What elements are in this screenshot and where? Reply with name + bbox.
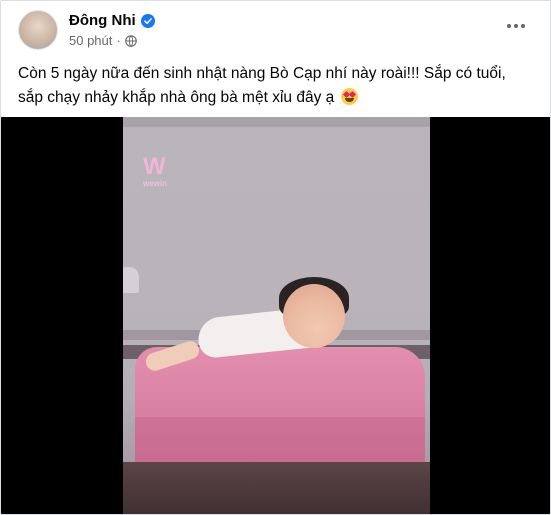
post-text: Còn 5 ngày nữa đến sinh nhật nàng Bò Cạp… bbox=[18, 62, 538, 110]
post-card: Đông Nhi 50 phút · Còn 5 ngày nữa đến si… bbox=[0, 0, 551, 515]
more-options-button[interactable] bbox=[502, 12, 530, 40]
author-name[interactable]: Đông Nhi bbox=[69, 12, 136, 29]
video-frame[interactable]: W wewin bbox=[123, 117, 430, 514]
post-timestamp[interactable]: 50 phút bbox=[69, 33, 112, 48]
globe-icon[interactable] bbox=[124, 34, 137, 47]
blanket-shade bbox=[135, 417, 425, 467]
post-text-line-1: Còn 5 ngày nữa đến sinh nhật nàng Bò Cạp… bbox=[18, 65, 506, 82]
floor bbox=[123, 462, 430, 514]
baby-head bbox=[283, 284, 345, 348]
watermark-text: wewin bbox=[143, 179, 168, 188]
post-meta: 50 phút · bbox=[69, 33, 137, 48]
post-header: Đông Nhi 50 phút · bbox=[18, 10, 538, 54]
video-watermark: W wewin bbox=[143, 153, 183, 197]
video-player[interactable]: W wewin bbox=[1, 117, 550, 514]
watermark-logo: W bbox=[143, 153, 166, 180]
wall-lamp bbox=[123, 267, 139, 293]
author-avatar[interactable] bbox=[18, 10, 58, 50]
post-text-line-2: sắp chạy nhảy khắp nhà ông bà mệt xỉu đâ… bbox=[18, 89, 335, 106]
meta-separator: · bbox=[116, 33, 121, 48]
wall-top bbox=[123, 117, 430, 127]
verified-badge-icon bbox=[140, 13, 155, 28]
more-options-icon bbox=[507, 24, 525, 28]
author-row: Đông Nhi bbox=[69, 12, 155, 29]
post-text-line-2-wrap: sắp chạy nhảy khắp nhà ông bà mệt xỉu đâ… bbox=[18, 86, 538, 110]
heart-eyes-emoji-icon bbox=[340, 88, 358, 105]
